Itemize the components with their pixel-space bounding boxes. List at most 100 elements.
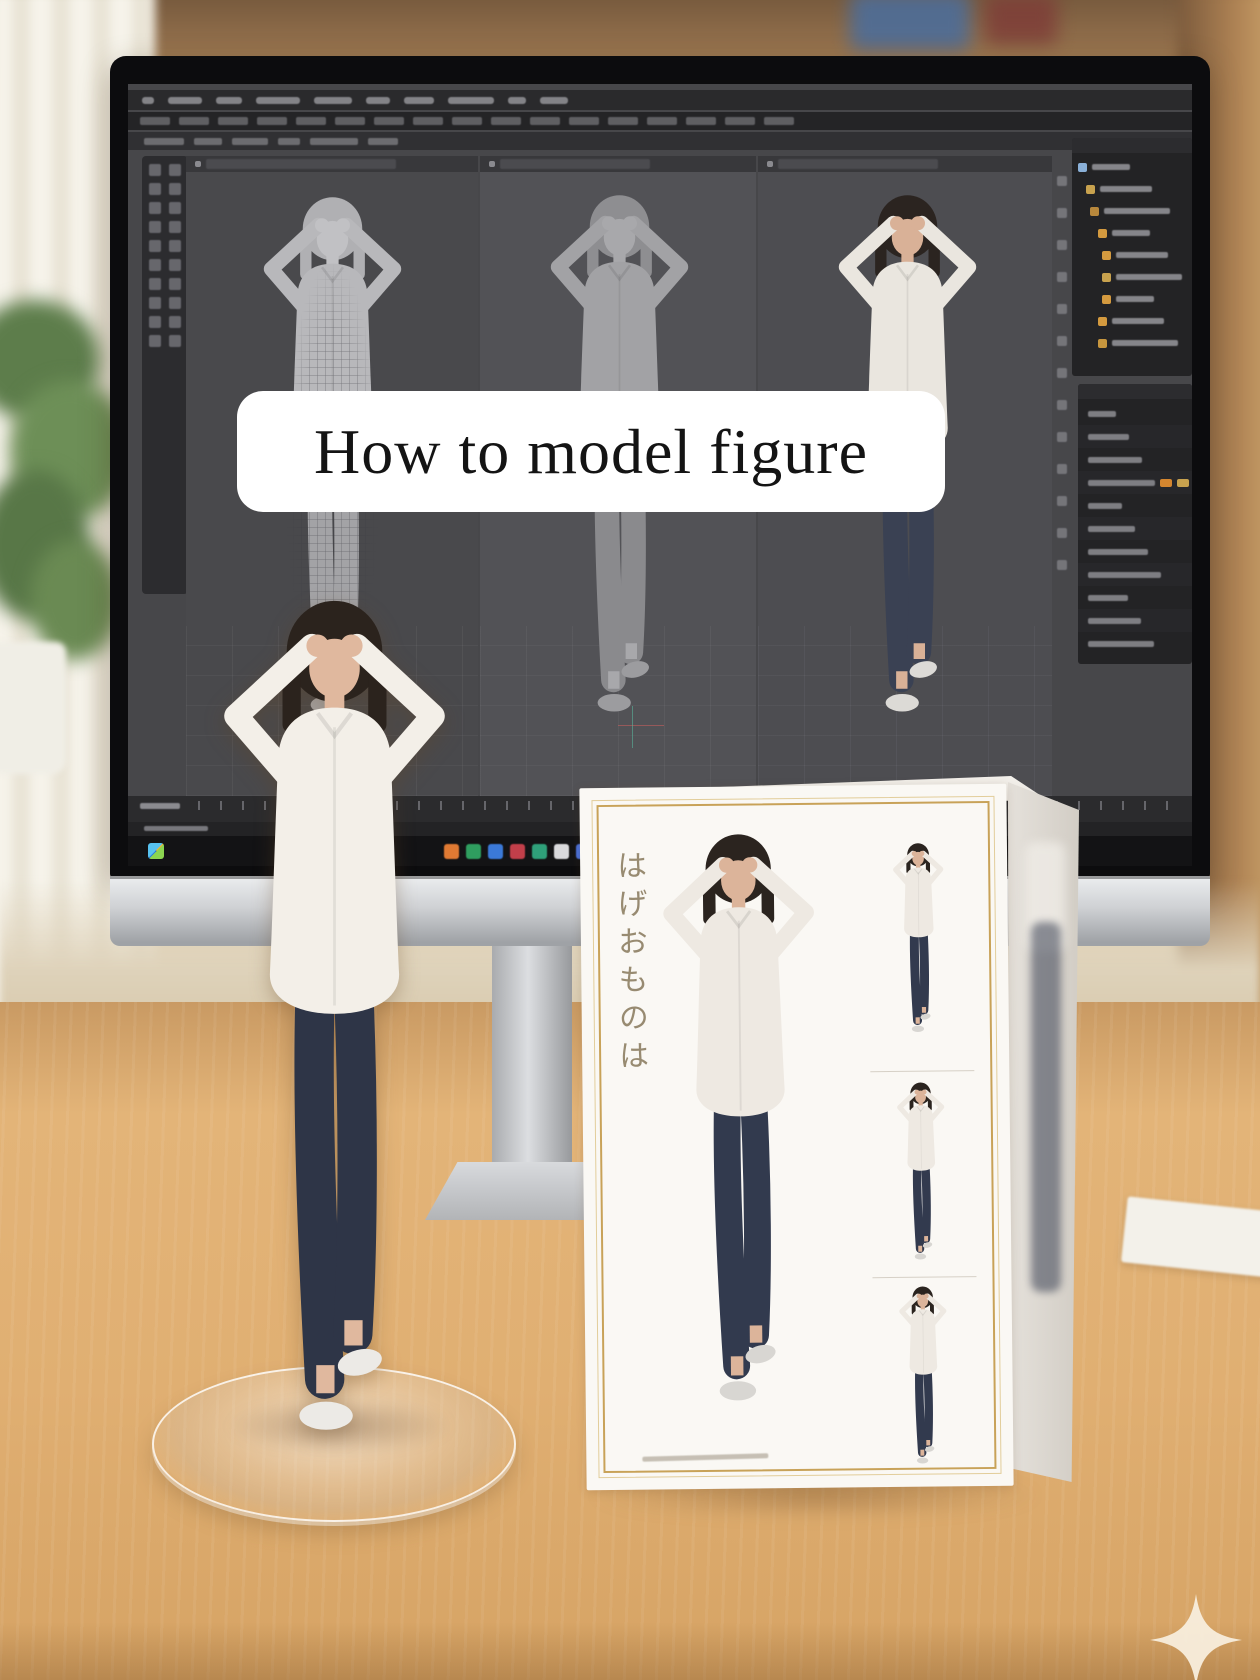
tool-item[interactable] — [144, 138, 184, 145]
viewport-header[interactable] — [186, 156, 478, 172]
panel-icon[interactable] — [1057, 336, 1067, 346]
tool-icon[interactable] — [169, 316, 181, 328]
tab-item[interactable] — [140, 117, 170, 125]
property-row[interactable] — [1078, 494, 1192, 517]
tool-icon[interactable] — [169, 164, 181, 176]
menu-item[interactable] — [168, 97, 202, 104]
tool-icon[interactable] — [149, 164, 161, 176]
left-toolbar[interactable] — [142, 156, 188, 594]
tool-icon[interactable] — [169, 278, 181, 290]
tool-icon[interactable] — [169, 221, 181, 233]
app-tool-row[interactable] — [128, 132, 1192, 150]
viewport-header[interactable] — [480, 156, 756, 172]
menu-item[interactable] — [448, 97, 494, 104]
property-row[interactable] — [1078, 609, 1192, 632]
tab-item[interactable] — [218, 117, 248, 125]
menu-item[interactable] — [366, 97, 390, 104]
taskbar-app-icon[interactable] — [554, 844, 569, 859]
tab-item[interactable] — [335, 117, 365, 125]
app-tab-row[interactable] — [128, 112, 1192, 130]
tab-item[interactable] — [647, 117, 677, 125]
property-row[interactable] — [1078, 402, 1192, 425]
tool-icon[interactable] — [149, 202, 161, 214]
menu-item[interactable] — [540, 97, 568, 104]
property-row[interactable] — [1078, 471, 1192, 494]
tool-item[interactable] — [278, 138, 300, 145]
outliner-row[interactable] — [1072, 288, 1192, 310]
windows-start-icon[interactable] — [148, 843, 164, 859]
tool-icon[interactable] — [169, 259, 181, 271]
tab-item[interactable] — [257, 117, 287, 125]
outliner-row[interactable] — [1072, 178, 1192, 200]
outliner-row[interactable] — [1072, 310, 1192, 332]
tab-item[interactable] — [413, 117, 443, 125]
tab-item[interactable] — [179, 117, 209, 125]
menu-item[interactable] — [314, 97, 352, 104]
panel-icon[interactable] — [1057, 560, 1067, 570]
outliner-row[interactable] — [1072, 200, 1192, 222]
sidebar-icon-strip[interactable] — [1054, 176, 1070, 636]
tool-item[interactable] — [194, 138, 222, 145]
panel-icon[interactable] — [1057, 368, 1067, 378]
tab-item[interactable] — [686, 117, 716, 125]
tool-icon[interactable] — [149, 297, 161, 309]
panel-icon[interactable] — [1057, 272, 1067, 282]
taskbar-app-icon[interactable] — [532, 844, 547, 859]
panel-icon[interactable] — [1057, 464, 1067, 474]
property-row[interactable] — [1078, 425, 1192, 448]
tool-item[interactable] — [232, 138, 268, 145]
color-chip[interactable] — [1160, 479, 1172, 487]
viewport-header[interactable] — [758, 156, 1052, 172]
tool-icon[interactable] — [169, 297, 181, 309]
tool-item[interactable] — [310, 138, 358, 145]
tool-icon[interactable] — [149, 221, 161, 233]
panel-icon[interactable] — [1057, 432, 1067, 442]
panel-icon[interactable] — [1057, 304, 1067, 314]
property-row[interactable] — [1078, 586, 1192, 609]
properties-panel[interactable] — [1078, 384, 1192, 664]
panel-icon[interactable] — [1057, 496, 1067, 506]
tool-icon[interactable] — [169, 202, 181, 214]
tool-icon[interactable] — [169, 240, 181, 252]
tool-icon[interactable] — [169, 335, 181, 347]
property-row[interactable] — [1078, 632, 1192, 655]
menu-item[interactable] — [256, 97, 300, 104]
panel-icon[interactable] — [1057, 176, 1067, 186]
property-row[interactable] — [1078, 563, 1192, 586]
tab-item[interactable] — [725, 117, 755, 125]
menu-item[interactable] — [142, 97, 154, 104]
property-row[interactable] — [1078, 540, 1192, 563]
outliner-panel[interactable] — [1072, 138, 1192, 376]
taskbar-app-icon[interactable] — [510, 844, 525, 859]
property-row[interactable] — [1078, 448, 1192, 471]
panel-icon[interactable] — [1057, 240, 1067, 250]
outliner-row[interactable] — [1072, 244, 1192, 266]
outliner-row[interactable] — [1072, 266, 1192, 288]
menu-item[interactable] — [216, 97, 242, 104]
menu-item[interactable] — [404, 97, 434, 104]
outliner-row[interactable] — [1072, 222, 1192, 244]
tab-item[interactable] — [374, 117, 404, 125]
tab-item[interactable] — [452, 117, 482, 125]
tab-item[interactable] — [569, 117, 599, 125]
tab-item[interactable] — [764, 117, 794, 125]
property-row[interactable] — [1078, 517, 1192, 540]
tool-icon[interactable] — [149, 259, 161, 271]
tab-item[interactable] — [491, 117, 521, 125]
tool-icon[interactable] — [149, 335, 161, 347]
taskbar-app-icon[interactable] — [488, 844, 503, 859]
tool-icon[interactable] — [149, 183, 161, 195]
outliner-row[interactable] — [1072, 156, 1192, 178]
tool-icon[interactable] — [149, 240, 161, 252]
tool-item[interactable] — [368, 138, 398, 145]
tool-icon[interactable] — [169, 183, 181, 195]
tab-item[interactable] — [296, 117, 326, 125]
panel-icon[interactable] — [1057, 400, 1067, 410]
menu-item[interactable] — [508, 97, 526, 104]
app-menu-bar[interactable] — [128, 90, 1192, 110]
tool-icon[interactable] — [149, 278, 161, 290]
tab-item[interactable] — [608, 117, 638, 125]
color-chip[interactable] — [1177, 479, 1189, 487]
outliner-row[interactable] — [1072, 332, 1192, 354]
tool-icon[interactable] — [149, 316, 161, 328]
